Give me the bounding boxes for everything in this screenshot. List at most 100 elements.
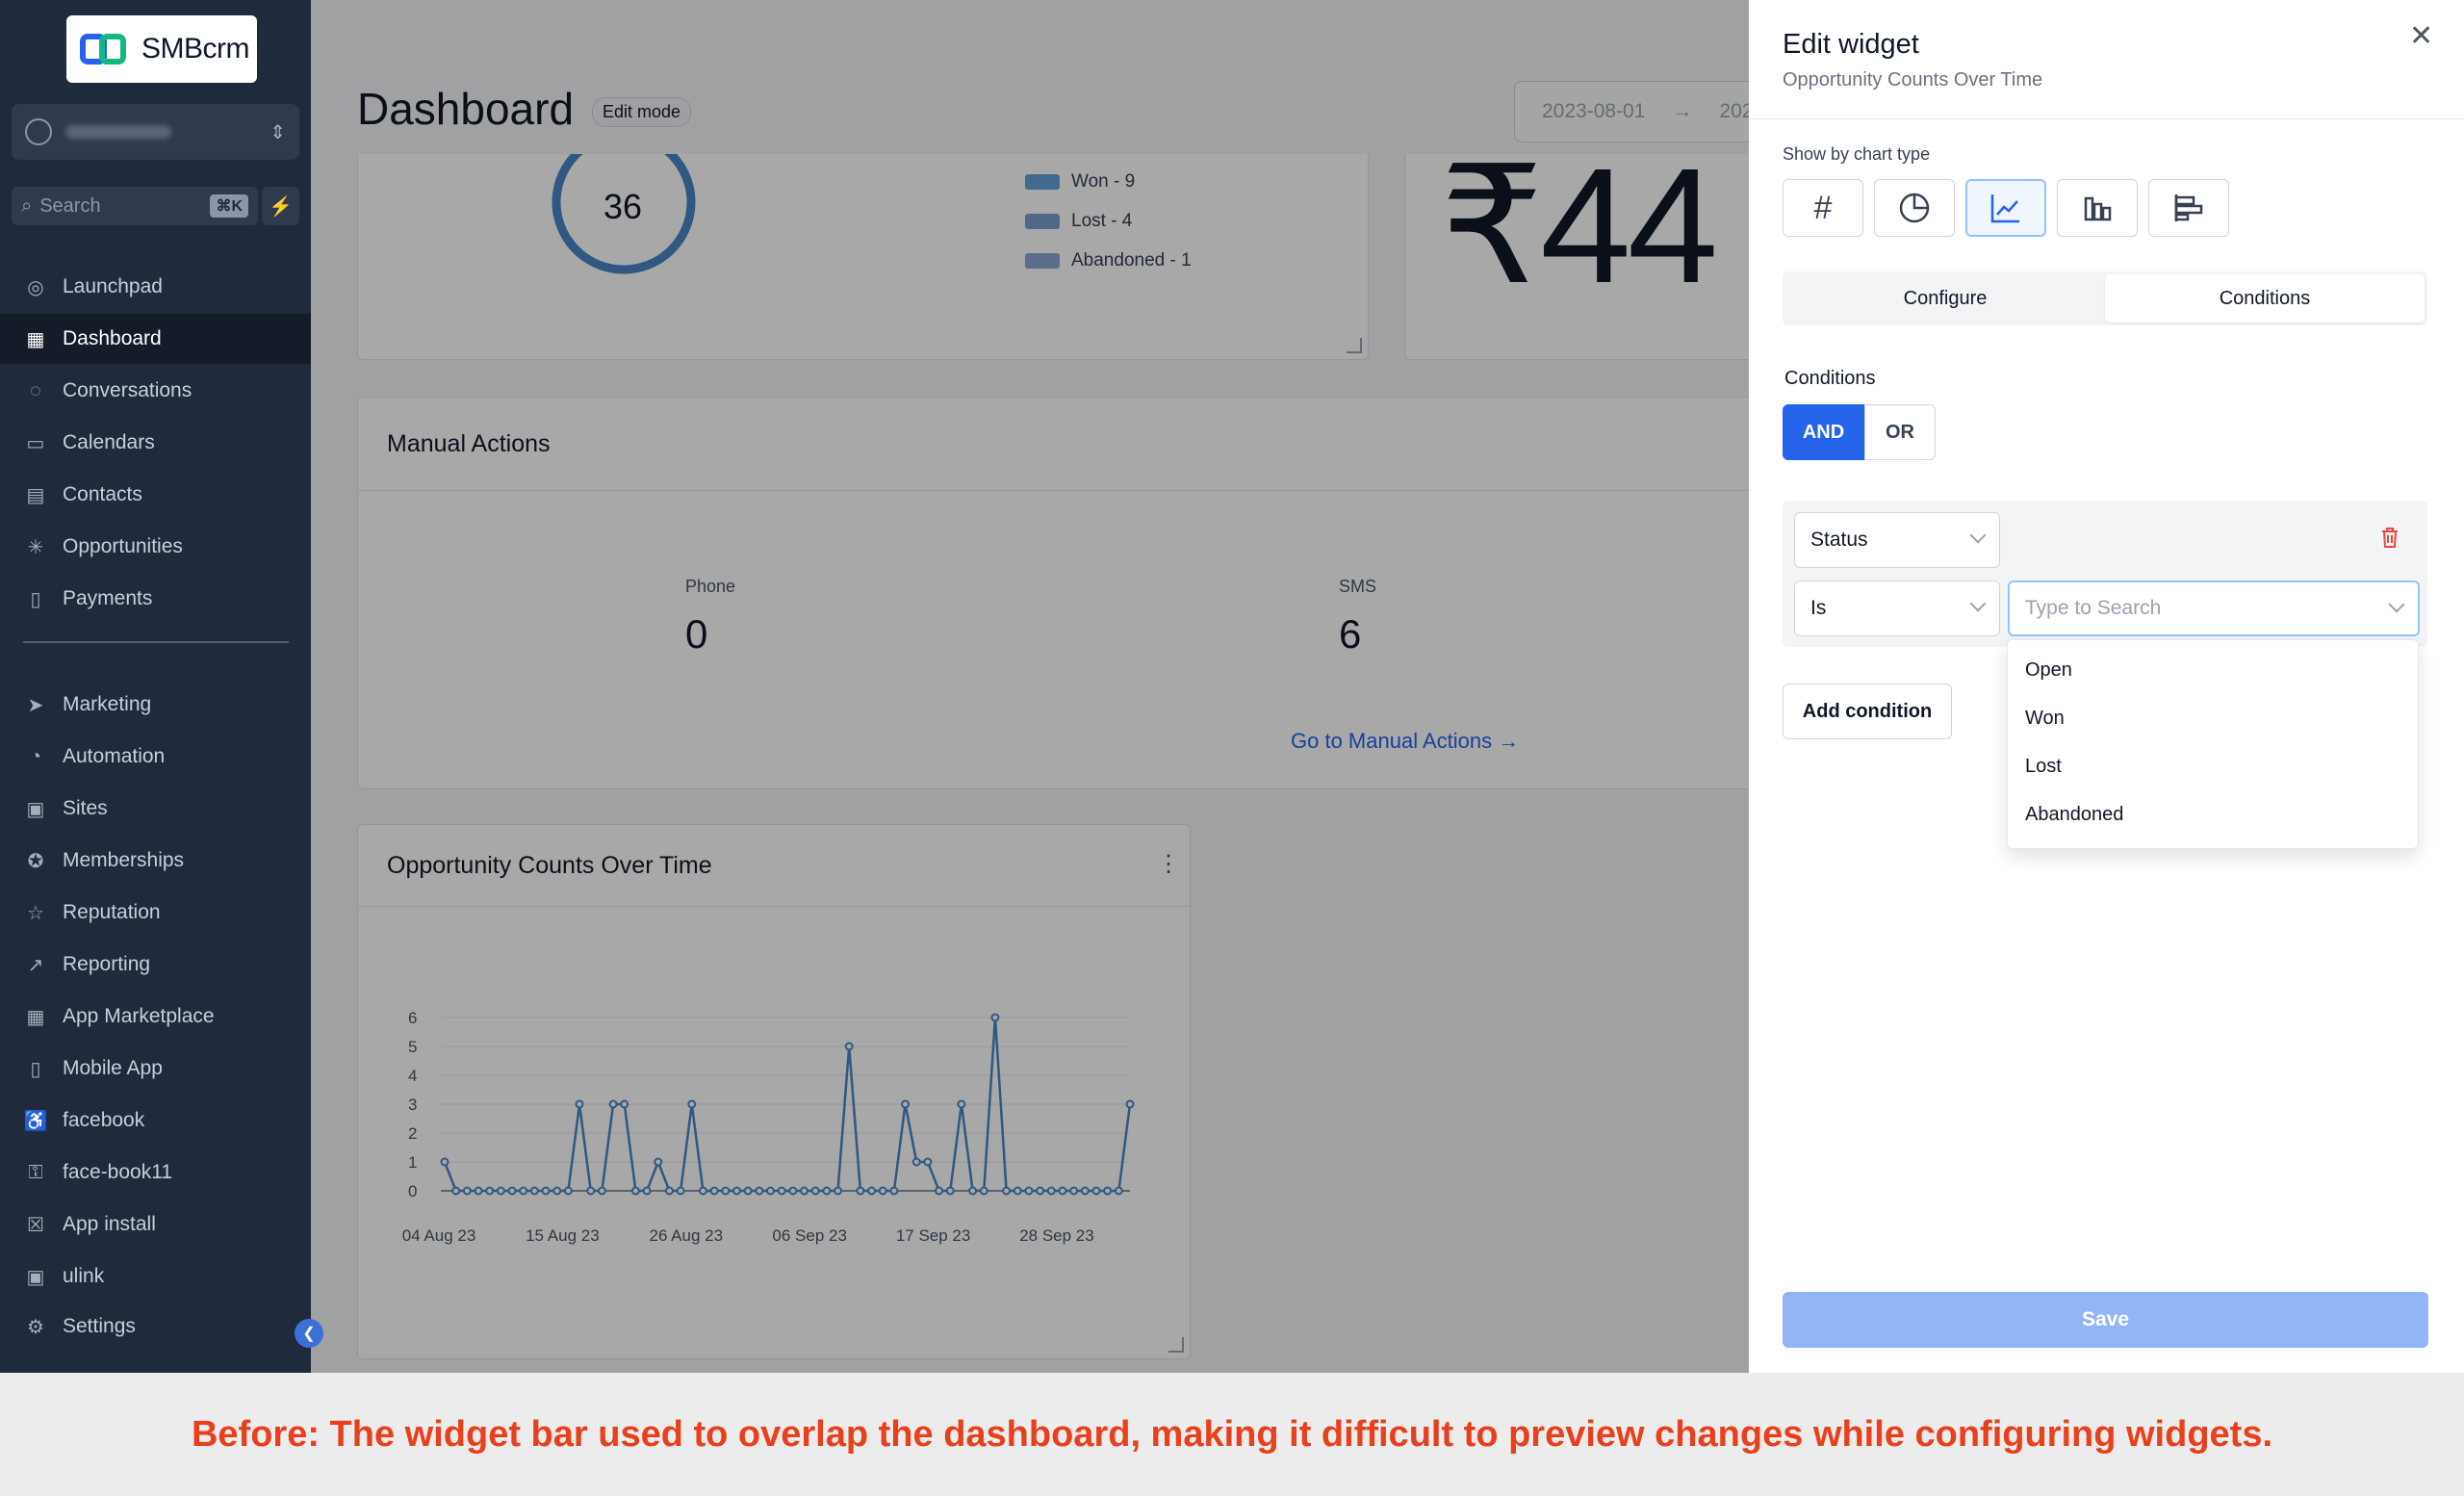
sidebar-item-reputation[interactable]: ☆ Reputation: [0, 888, 311, 938]
tab-conditions[interactable]: Conditions: [2105, 274, 2425, 322]
sidebar-item-app-marketplace[interactable]: ▦ App Marketplace: [0, 992, 311, 1042]
hash-icon: #: [1813, 189, 1833, 226]
account-switcher[interactable]: ⇕: [12, 104, 299, 160]
sidebar-item-label: App install: [63, 1213, 156, 1235]
search-shortcut: ⌘K: [210, 194, 248, 218]
chart-type-horizontal-bar-button[interactable]: [2148, 179, 2229, 237]
pie-chart-icon: [1899, 193, 1930, 223]
sidebar-item-contacts[interactable]: ▤ Contacts: [0, 470, 311, 520]
and-or-toggle: AND OR: [1783, 404, 1936, 460]
logo-mark-icon: [80, 30, 130, 68]
brand-logo[interactable]: SMBcrm: [66, 15, 257, 83]
chart-type-pie-button[interactable]: [1874, 179, 1955, 237]
sidebar-item-label: Conversations: [63, 379, 192, 401]
sidebar-item-dashboard[interactable]: ▦ Dashboard: [0, 314, 311, 364]
value-search-select[interactable]: Type to Search: [2008, 580, 2420, 636]
divider: [1749, 118, 2464, 119]
sidebar-item-face-book11[interactable]: ⚿ face-book11: [0, 1148, 311, 1198]
panel-title: Edit widget: [1783, 29, 1919, 60]
dropdown-option[interactable]: Open: [2025, 659, 2072, 682]
chat-icon: ◌: [30, 379, 41, 401]
search-placeholder: Search: [39, 194, 101, 217]
sidebar-item-label: Opportunities: [63, 535, 183, 557]
caption-bar: Before: The widget bar used to overlap t…: [0, 1373, 2464, 1496]
payments-icon: ▯: [30, 588, 41, 610]
sidebar-item-payments[interactable]: ▯ Payments: [0, 574, 311, 624]
sidebar-item-launchpad[interactable]: ◎ Launchpad: [0, 262, 311, 312]
sidebar-item-conversations[interactable]: ◌ Conversations: [0, 366, 311, 416]
sidebar-item-label: Sites: [63, 797, 108, 819]
operator-select-value: Is: [1810, 597, 1827, 619]
sidebar-item-calendars[interactable]: ▭ Calendars: [0, 418, 311, 468]
opportunities-icon: ✳: [27, 536, 44, 558]
sidebar-item-label: Memberships: [63, 849, 185, 871]
sidebar-item-sites[interactable]: ▣ Sites: [0, 784, 311, 834]
save-button[interactable]: Save: [1783, 1292, 2428, 1348]
user-icon: [25, 118, 52, 145]
panel-subtitle: Opportunity Counts Over Time: [1783, 69, 2043, 90]
chart-type-label: Show by chart type: [1783, 144, 1931, 164]
edit-widget-panel: Edit widget Opportunity Counts Over Time…: [1749, 0, 2464, 1373]
field-select-value: Status: [1810, 529, 1868, 551]
key-icon: ⚿: [28, 1161, 43, 1183]
brand-name: SMBcrm: [141, 33, 250, 64]
trend-icon: ↗: [27, 954, 44, 976]
sidebar: SMBcrm ⇕ ⌕ Search ⌘K ⚡ ◎ Launchpad ▦ Dashbo…: [0, 0, 311, 1373]
chart-type-number-button[interactable]: #: [1783, 179, 1863, 237]
search-input[interactable]: ⌕ Search ⌘K: [12, 187, 258, 225]
horizontal-bar-icon: [2174, 194, 2203, 221]
sidebar-item-marketing[interactable]: ➤ Marketing: [0, 680, 311, 730]
gear-icon: ⚙: [27, 1316, 44, 1338]
sidebar-item-reporting[interactable]: ↗ Reporting: [0, 940, 311, 990]
account-name-redacted: [65, 125, 171, 139]
add-condition-button[interactable]: Add condition: [1783, 684, 1952, 739]
quick-actions-button[interactable]: ⚡: [262, 187, 299, 225]
sidebar-item-label: Launchpad: [63, 275, 163, 297]
close-icon[interactable]: ✕: [2409, 19, 2433, 53]
chevron-updown-icon: ⇕: [270, 121, 286, 143]
operator-select[interactable]: Is: [1794, 580, 2000, 636]
sidebar-item-label: face-book11: [63, 1161, 173, 1183]
dropdown-option[interactable]: Abandoned: [2025, 804, 2123, 826]
award-icon: ✪: [27, 850, 44, 872]
value-dropdown: Open Won Lost Abandoned: [2007, 639, 2419, 849]
sidebar-item-automation[interactable]: ◔ Automation: [0, 732, 311, 782]
dropdown-option[interactable]: Lost: [2025, 756, 2062, 778]
sidebar-item-opportunities[interactable]: ✳ Opportunities: [0, 522, 311, 572]
dropdown-option[interactable]: Won: [2025, 708, 2065, 730]
sidebar-item-label: Settings: [63, 1315, 136, 1337]
sidebar-item-label: Automation: [63, 745, 166, 767]
and-button[interactable]: AND: [1783, 404, 1864, 460]
automation-icon: ◔: [29, 745, 42, 767]
sidebar-item-label: Payments: [63, 587, 153, 609]
sites-icon: ▣: [26, 798, 45, 820]
mobile-icon: ▯: [30, 1058, 41, 1080]
field-select[interactable]: Status: [1794, 512, 2000, 568]
sidebar-item-app-install[interactable]: ☒ App install: [0, 1199, 311, 1250]
sidebar-item-label: ulink: [63, 1265, 105, 1287]
sidebar-item-label: facebook: [63, 1109, 145, 1131]
contacts-icon: ▤: [26, 484, 45, 506]
sidebar-item-facebook[interactable]: ♿ facebook: [0, 1096, 311, 1146]
trash-icon[interactable]: [2379, 526, 2400, 551]
chart-type-line-button[interactable]: [1965, 179, 2046, 237]
sidebar-item-mobile-app[interactable]: ▯ Mobile App: [0, 1044, 311, 1094]
sidebar-item-settings[interactable]: ⚙ Settings: [0, 1302, 311, 1352]
or-button[interactable]: OR: [1864, 404, 1936, 460]
condition-row: Status Is Type to Search: [1783, 501, 2427, 647]
chevron-down-icon: [1969, 595, 1987, 612]
sidebar-item-memberships[interactable]: ✪ Memberships: [0, 836, 311, 886]
chevron-down-icon: [2388, 596, 2405, 613]
collapse-sidebar-button[interactable]: ❮: [295, 1319, 323, 1348]
sidebar-item-label: Calendars: [63, 431, 155, 453]
chevron-down-icon: [1969, 527, 1987, 544]
chart-type-bar-button[interactable]: [2057, 179, 2138, 237]
value-search-placeholder: Type to Search: [2025, 597, 2162, 619]
sidebar-item-label: Dashboard: [63, 327, 162, 349]
panel-tabs: Configure Conditions: [1783, 271, 2427, 325]
modal-backdrop[interactable]: [311, 0, 1749, 1373]
calendar-icon: ▭: [26, 432, 45, 454]
sidebar-item-ulink[interactable]: ▣ ulink: [0, 1251, 311, 1302]
tab-configure[interactable]: Configure: [1785, 274, 2105, 322]
sidebar-item-label: Mobile App: [63, 1057, 163, 1079]
